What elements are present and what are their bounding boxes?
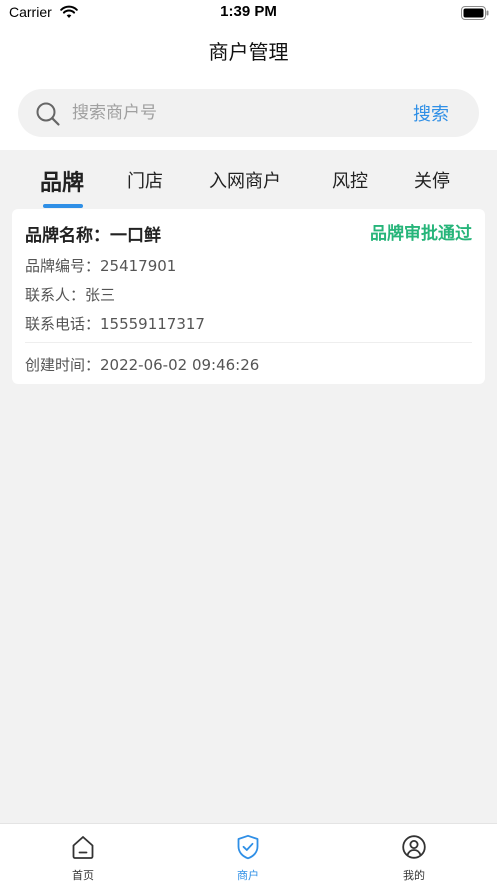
- bottom-tab-home-label: 首页: [72, 869, 94, 882]
- status-bar: Carrier 1:39 PM: [0, 0, 497, 26]
- home-icon: [72, 836, 94, 859]
- search-input[interactable]: [72, 99, 392, 127]
- bottom-tab-home[interactable]: 首页: [23, 824, 143, 884]
- bottom-tab-merchant[interactable]: 商户: [188, 824, 308, 884]
- card-divider: [25, 342, 472, 343]
- merchant-card[interactable]: 品牌名称：一口鲜 品牌审批通过 品牌编号：25417901 联系人：张三 联系电…: [12, 209, 485, 384]
- top-area: Carrier 1:39 PM 商户管理 搜索: [0, 0, 497, 150]
- tab-store[interactable]: 门店: [127, 167, 163, 193]
- contact-phone: 联系电话：15559117317: [25, 315, 205, 333]
- shield-check-icon: [237, 834, 259, 860]
- tab-active-indicator: [43, 204, 83, 208]
- status-time: 1:39 PM: [220, 3, 277, 20]
- tab-onboarded-merchants[interactable]: 入网商户: [209, 167, 281, 193]
- tab-risk-control[interactable]: 风控: [332, 167, 368, 193]
- tab-closed[interactable]: 关停: [414, 167, 450, 193]
- bottom-tab-merchant-label: 商户: [237, 869, 259, 882]
- status-badge: 品牌审批通过: [370, 224, 472, 244]
- bottom-tab-mine[interactable]: 我的: [354, 824, 474, 884]
- page-title: 商户管理: [208, 40, 289, 64]
- battery-icon: [461, 5, 489, 20]
- search-bar: 搜索: [18, 89, 479, 137]
- created-time: 创建时间：2022-06-02 09:46:26: [25, 356, 260, 374]
- bottom-tab-bar: 首页 商户 我的: [0, 823, 497, 884]
- search-button[interactable]: 搜索: [413, 100, 449, 126]
- search-icon: [35, 101, 61, 127]
- tab-brand[interactable]: 品牌: [40, 165, 84, 197]
- brand-name: 品牌名称：一口鲜: [25, 226, 161, 246]
- brand-code: 品牌编号：25417901: [25, 257, 177, 275]
- bottom-tab-mine-label: 我的: [403, 869, 425, 882]
- user-icon: [402, 835, 426, 859]
- contact-person: 联系人：张三: [25, 286, 116, 304]
- tab-bar-top: 品牌 门店 入网商户 风控 关停: [0, 150, 497, 210]
